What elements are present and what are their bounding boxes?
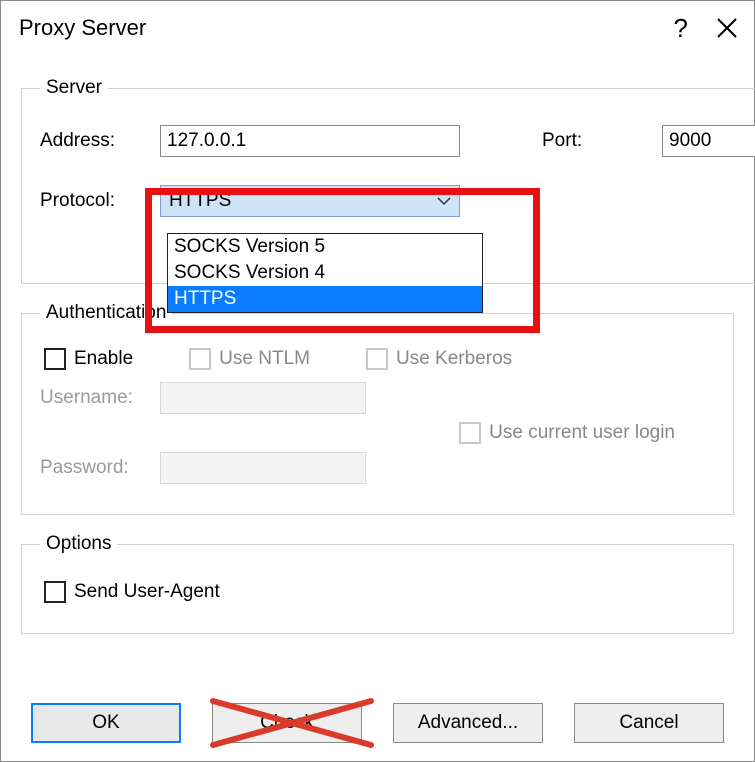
- send-ua-checkbox[interactable]: Send User-Agent: [44, 581, 220, 603]
- port-input[interactable]: [662, 125, 755, 157]
- checkbox-box: [366, 348, 388, 370]
- cancel-button[interactable]: Cancel: [574, 703, 724, 743]
- current-user-label: Use current user login: [489, 422, 675, 444]
- advanced-button[interactable]: Advanced...: [393, 703, 543, 743]
- window-title: Proxy Server: [19, 15, 146, 41]
- checkbox-box: [459, 422, 481, 444]
- ntlm-checkbox: Use NTLM: [189, 348, 310, 370]
- checkbox-box: [44, 581, 66, 603]
- server-legend: Server: [40, 77, 108, 99]
- chevron-down-icon: [437, 196, 451, 206]
- protocol-dropdown[interactable]: SOCKS Version 5 SOCKS Version 4 HTTPS: [167, 233, 483, 313]
- protocol-select[interactable]: HTTPS: [160, 185, 460, 217]
- titlebar: Proxy Server ?: [1, 1, 754, 55]
- password-label: Password:: [40, 457, 160, 479]
- address-input[interactable]: [160, 125, 460, 157]
- password-input: [160, 452, 366, 484]
- protocol-option-https[interactable]: HTTPS: [168, 286, 482, 312]
- kerberos-checkbox: Use Kerberos: [366, 348, 512, 370]
- protocol-option-socks5[interactable]: SOCKS Version 5: [168, 234, 482, 260]
- ntlm-label: Use NTLM: [219, 348, 310, 370]
- port-label: Port:: [542, 130, 662, 152]
- options-legend: Options: [40, 533, 117, 555]
- address-label: Address:: [40, 130, 160, 152]
- auth-group: Authentication Enable Use NTLM Use Kerbe…: [21, 302, 734, 515]
- kerberos-label: Use Kerberos: [396, 348, 512, 370]
- protocol-selected: HTTPS: [169, 190, 231, 212]
- enable-label: Enable: [74, 348, 133, 370]
- checkbox-box: [44, 348, 66, 370]
- enable-checkbox[interactable]: Enable: [44, 348, 133, 370]
- username-input: [160, 382, 366, 414]
- help-icon[interactable]: ?: [674, 15, 688, 41]
- options-group: Options Send User-Agent: [21, 533, 734, 634]
- username-label: Username:: [40, 387, 160, 409]
- check-button[interactable]: Check: [212, 703, 362, 743]
- close-icon[interactable]: [716, 17, 738, 39]
- ok-button[interactable]: OK: [31, 703, 181, 743]
- send-ua-label: Send User-Agent: [74, 581, 220, 603]
- auth-legend: Authentication: [40, 302, 172, 324]
- checkbox-box: [189, 348, 211, 370]
- protocol-option-socks4[interactable]: SOCKS Version 4: [168, 260, 482, 286]
- window-controls: ?: [674, 15, 738, 41]
- protocol-label: Protocol:: [40, 190, 160, 212]
- button-row: OK Check Advanced... Cancel: [1, 703, 754, 743]
- current-user-checkbox: Use current user login: [459, 422, 675, 444]
